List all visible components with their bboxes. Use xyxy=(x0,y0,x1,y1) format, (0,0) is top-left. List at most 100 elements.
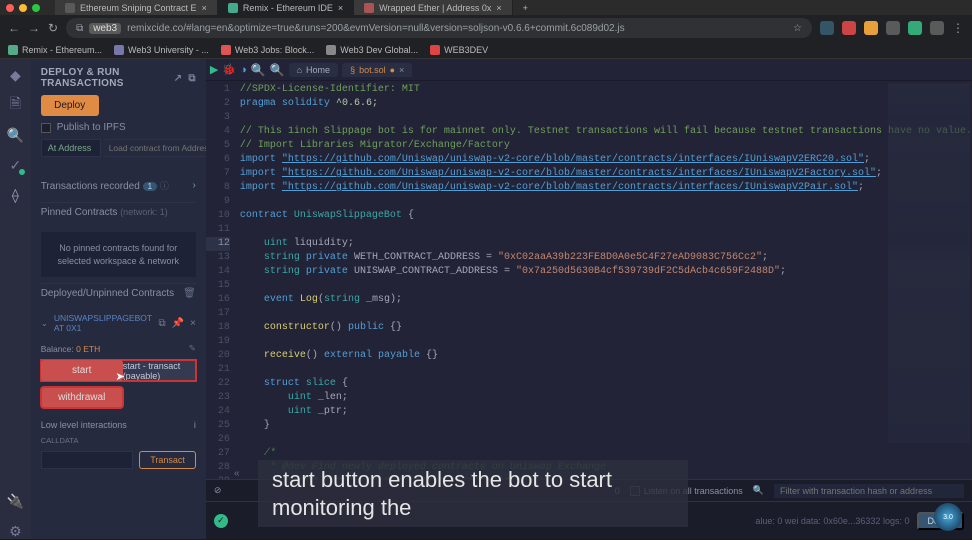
load-address-input[interactable] xyxy=(105,139,206,157)
reload-icon[interactable]: ↻ xyxy=(48,21,58,35)
url-prefix: web3 xyxy=(89,23,121,34)
contract-instance[interactable]: ⌄ UNISWAPSLIPPAGEBOT AT 0X1 ⧉ 📌 × xyxy=(41,309,196,337)
ext-icon[interactable] xyxy=(930,21,944,35)
calldata-input[interactable] xyxy=(41,451,134,469)
bookmark-item[interactable]: Web3 University - ... xyxy=(114,45,209,55)
deploy-button[interactable]: Deploy xyxy=(41,95,99,116)
ext-icon[interactable] xyxy=(842,21,856,35)
bookmark-bar: Remix - Ethereum... Web3 University - ..… xyxy=(0,41,972,59)
minimap[interactable] xyxy=(888,83,970,443)
zoom-out-icon[interactable]: 🔍 xyxy=(270,63,285,77)
close-icon[interactable]: × xyxy=(202,3,207,13)
web3-badge: 3.0 xyxy=(934,503,962,531)
deploy-panel: DEPLOY & RUN TRANSACTIONS ↗⧉ Deploy Publ… xyxy=(31,59,206,539)
pinned-empty-msg: No pinned contracts found for selected w… xyxy=(41,232,196,277)
close-icon[interactable]: × xyxy=(399,65,404,75)
bookmark-label: WEB3DEV xyxy=(444,45,488,55)
bookmark-item[interactable]: WEB3DEV xyxy=(430,45,488,55)
info-icon[interactable]: ⓘ xyxy=(160,181,169,191)
balance-row: Balance: 0 ETH ✎ xyxy=(41,343,196,354)
close-traffic[interactable] xyxy=(6,4,14,12)
settings-icon[interactable]: ⚙ xyxy=(7,523,23,539)
search-icon[interactable]: 🔍 xyxy=(753,485,764,496)
back-icon[interactable]: ← xyxy=(8,21,20,35)
menu-icon[interactable]: ⋮ xyxy=(952,21,964,35)
plugin-icon[interactable]: 🔌 xyxy=(7,493,23,509)
publish-ipfs-row[interactable]: Publish to IPFS xyxy=(41,122,196,133)
url-text: remixcide.co/#lang=en&optimize=true&runs… xyxy=(127,23,625,34)
tx-filter-input[interactable] xyxy=(774,484,964,498)
toggle-icon[interactable]: ◑ xyxy=(240,64,247,76)
lli-label: Low level interactions xyxy=(41,420,127,430)
code-editor[interactable]: 1234567891011121314151617181920212223242… xyxy=(206,81,972,479)
tx-recorded-label: Transactions recorded xyxy=(41,181,140,192)
close-icon[interactable]: × xyxy=(190,318,196,329)
editor-toolbar: ▶ 🐞 ◑ 🔍 🔍 ⌂Home §bot.sol●× xyxy=(206,59,972,81)
pinned-network: (network: 1) xyxy=(120,207,168,217)
bookmark-item[interactable]: Web3 Dev Global... xyxy=(326,45,418,55)
at-address-button[interactable]: At Address xyxy=(41,139,101,157)
address-bar[interactable]: ⧉ web3 remixcide.co/#lang=en&optimize=tr… xyxy=(66,18,812,38)
max-traffic[interactable] xyxy=(32,4,40,12)
browser-tabs: Ethereum Sniping Contract E × Remix - Eth… xyxy=(55,0,966,15)
success-icon: ✓ xyxy=(214,514,228,528)
min-traffic[interactable] xyxy=(19,4,27,12)
deployed-title: Deployed/Unpinned Contracts xyxy=(41,288,174,299)
panel-title: DEPLOY & RUN TRANSACTIONS ↗⧉ xyxy=(41,67,196,89)
line-gutter: 1234567891011121314151617181920212223242… xyxy=(206,81,236,479)
home-icon: ⌂ xyxy=(297,65,302,75)
ext-icon[interactable] xyxy=(886,21,900,35)
file-tab[interactable]: §bot.sol●× xyxy=(342,63,412,77)
trash-icon[interactable]: 🗑 xyxy=(183,288,196,299)
checkbox-icon[interactable] xyxy=(41,123,51,133)
start-button[interactable]: start➤ xyxy=(41,360,123,381)
icon-rail: ◆ 🗎 🔍 ✓ ⟠ 🔌 ⚙ xyxy=(0,59,31,539)
favicon-icon xyxy=(364,3,374,13)
bookmark-item[interactable]: Remix - Ethereum... xyxy=(8,45,102,55)
browser-tab-0[interactable]: Ethereum Sniping Contract E × xyxy=(55,0,218,15)
withdrawal-button[interactable]: withdrawal xyxy=(41,387,123,408)
file-explorer-icon[interactable]: 🗎 xyxy=(7,97,23,113)
tx-recorded-row[interactable]: Transactions recorded 1 ⓘ › xyxy=(41,175,196,196)
chevron-right-icon[interactable]: › xyxy=(193,180,196,191)
favicon-icon xyxy=(228,3,238,13)
pin-icon[interactable]: 📌 xyxy=(172,318,184,329)
info-icon[interactable]: i xyxy=(194,420,196,430)
remix-logo-icon[interactable]: ◆ xyxy=(7,67,23,83)
site-badge: ⧉ xyxy=(76,23,83,34)
search-icon[interactable]: 🔍 xyxy=(7,127,23,143)
contract-name: UNISWAPSLIPPAGEBOT AT 0X1 xyxy=(54,313,153,333)
close-icon[interactable]: × xyxy=(496,3,501,13)
collapse-icon[interactable]: « xyxy=(234,468,240,479)
bookmark-icon xyxy=(8,45,18,55)
compiler-icon[interactable]: ✓ xyxy=(7,157,23,173)
close-icon[interactable]: × xyxy=(338,3,343,13)
address-row: ← → ↻ ⧉ web3 remixcide.co/#lang=en&optim… xyxy=(0,15,972,41)
chevron-down-icon[interactable]: ⌄ xyxy=(41,318,48,329)
browser-tab-2[interactable]: Wrapped Ether | Address 0x× xyxy=(354,0,513,15)
ext-icon[interactable] xyxy=(820,21,834,35)
ext-icon[interactable] xyxy=(908,21,922,35)
ext-icon[interactable] xyxy=(864,21,878,35)
browser-tab-1[interactable]: Remix - Ethereum IDE× xyxy=(218,0,354,15)
balance-value: 0 ETH xyxy=(76,344,100,354)
deploy-icon[interactable]: ⟠ xyxy=(7,187,23,203)
zoom-in-icon[interactable]: 🔍 xyxy=(251,63,266,77)
home-tab[interactable]: ⌂Home xyxy=(289,63,338,77)
transact-button[interactable]: Transact xyxy=(139,451,196,469)
tab-label: Ethereum Sniping Contract E xyxy=(80,3,197,13)
expand-icon[interactable]: ↗ xyxy=(174,73,183,84)
copy-icon[interactable]: ⧉ xyxy=(158,318,165,329)
run-icon[interactable]: ▶ xyxy=(210,63,218,76)
link-icon[interactable]: ⧉ xyxy=(188,73,195,84)
debug-icon[interactable]: 🐞 xyxy=(222,63,236,76)
bookmark-item[interactable]: Web3 Jobs: Block... xyxy=(221,45,314,55)
video-caption: start button enables the bot to start mo… xyxy=(258,460,688,527)
new-tab-button[interactable]: + xyxy=(513,0,538,15)
terminal-clear-icon[interactable]: ⊘ xyxy=(214,485,222,496)
edit-icon[interactable]: ✎ xyxy=(189,343,196,354)
star-icon[interactable]: ☆ xyxy=(793,23,802,34)
code-body[interactable]: //SPDX-License-Identifier: MIT pragma so… xyxy=(236,81,972,479)
forward-icon[interactable]: → xyxy=(28,21,40,35)
low-level-row: Low level interactions i xyxy=(41,414,196,430)
